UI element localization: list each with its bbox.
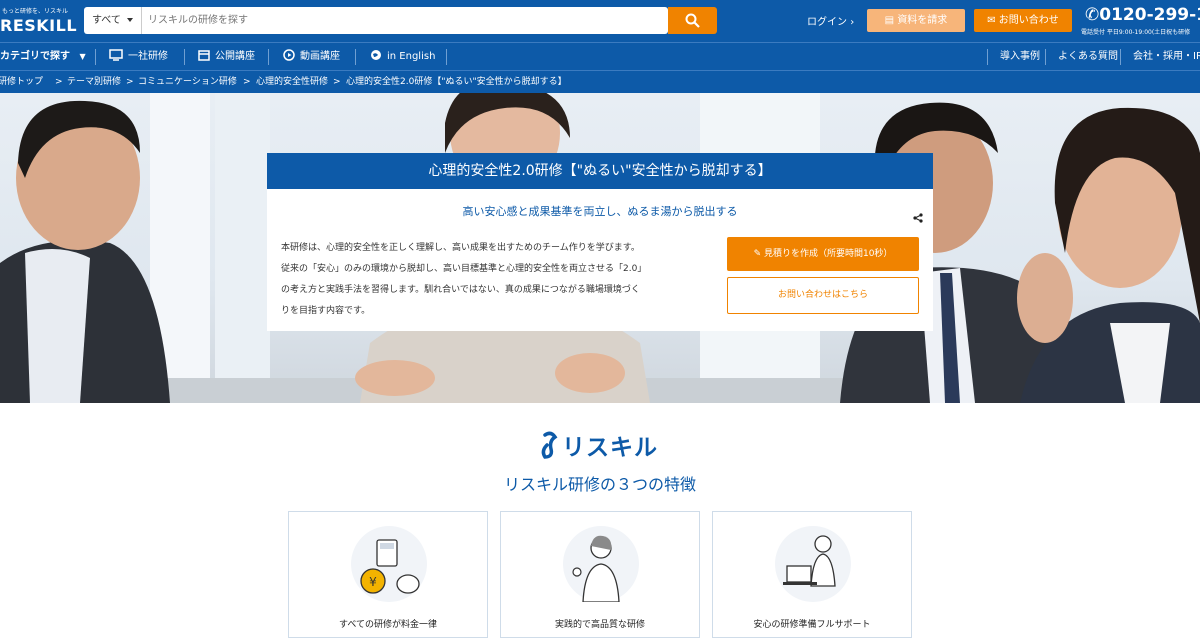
phone-icon: ✆ bbox=[1085, 5, 1100, 25]
breadcrumb-item[interactable]: 研修トップ bbox=[0, 71, 43, 93]
search-scope-label: すべて bbox=[92, 15, 121, 26]
nav-divider bbox=[1120, 49, 1121, 65]
breadcrumb: 研修トップ > テーマ別研修 > コミュニケーション研修 > 心理的安全性研修 … bbox=[0, 70, 1200, 93]
nav-label-public: 公開講座 bbox=[215, 51, 255, 62]
instructor-icon bbox=[572, 535, 620, 602]
quote-button[interactable]: ✎ 見積りを作成（所要時間10秒） bbox=[727, 237, 919, 271]
caret-down-icon bbox=[127, 18, 133, 22]
nav-divider bbox=[1045, 49, 1046, 65]
search-icon bbox=[685, 13, 700, 28]
search-scope-select[interactable]: すべて bbox=[84, 7, 142, 34]
caret-down-icon: ▼ bbox=[79, 52, 86, 61]
description-line: 従来の「安心」のみの環境から脱却し、高い目標基準と心理的安全性を両立させる「2.… bbox=[281, 264, 647, 274]
feature-card[interactable]: ¥ すべての研修が料金一律 bbox=[288, 511, 488, 638]
breadcrumb-item[interactable]: テーマ別研修 bbox=[67, 71, 121, 93]
top-header: もっと研修を、リスキル RESKILL すべて ログイン › ▤ 資料を請求 ✉… bbox=[0, 0, 1200, 42]
phone-number[interactable]: ✆0120-299-19 bbox=[1085, 5, 1200, 25]
nav-label-video: 動画講座 bbox=[300, 51, 340, 62]
nav-divider bbox=[95, 49, 96, 65]
support-laptop-icon bbox=[783, 535, 836, 587]
reskill-mark-icon bbox=[541, 431, 558, 459]
nav-item-video[interactable]: 動画講座 bbox=[283, 43, 340, 70]
pencil-icon: ✎ bbox=[753, 249, 764, 259]
logo-brand: RESKILL bbox=[0, 16, 78, 35]
phone-text: 0120-299-19 bbox=[1099, 5, 1200, 25]
nav-divider bbox=[268, 49, 269, 65]
calculator-coin-icon: ¥ bbox=[360, 539, 420, 594]
nav-divider bbox=[987, 49, 988, 65]
search-input[interactable] bbox=[142, 7, 668, 34]
description-line: りを目指す内容です。 bbox=[281, 306, 371, 316]
breadcrumb-item[interactable]: 心理的安全性研修 bbox=[256, 71, 328, 93]
phone-hours: 電話受付 平日9:00-19:00(土日祝も研修 bbox=[1081, 29, 1191, 36]
breadcrumb-separator: > bbox=[243, 77, 251, 87]
globe-icon bbox=[371, 50, 381, 60]
contact-button[interactable]: ✉ お問い合わせ bbox=[974, 9, 1072, 32]
features-logo-text: リスキル bbox=[562, 435, 658, 461]
logo-tagline: もっと研修を、リスキル bbox=[2, 8, 69, 15]
svg-text:¥: ¥ bbox=[369, 575, 377, 589]
description-line: 本研修は、心理的安全性を正しく理解し、高い成果を出すためのチーム作りを学びます。 bbox=[281, 243, 640, 253]
play-circle-icon bbox=[283, 49, 295, 61]
document-icon: ▤ bbox=[884, 15, 898, 26]
page-title: 心理的安全性2.0研修【"ぬるい"安全性から脱却する】 bbox=[267, 153, 933, 189]
chevron-right-icon: › bbox=[850, 17, 855, 28]
quote-label: 見積りを作成（所要時間10秒） bbox=[763, 249, 893, 259]
nav-divider bbox=[446, 49, 447, 65]
breadcrumb-item[interactable]: コミュニケーション研修 bbox=[138, 71, 237, 93]
feature-card[interactable]: 安心の研修準備フルサポート bbox=[712, 511, 912, 638]
hero-description: 本研修は、心理的安全性を正しく理解し、高い成果を出すためのチーム作りを学びます。… bbox=[281, 238, 711, 322]
category-menu[interactable]: カテゴリで探す ▼ bbox=[0, 43, 86, 70]
feature-label: 実践的で高品質な研修 bbox=[554, 620, 645, 630]
doc-request-button[interactable]: ▤ 資料を請求 bbox=[867, 9, 965, 32]
feature-label: すべての研修が料金一律 bbox=[338, 620, 437, 630]
login-link[interactable]: ログイン › bbox=[807, 13, 854, 28]
login-label: ログイン bbox=[807, 17, 847, 28]
nav-item-company[interactable]: 会社・採用・IR情 bbox=[1133, 43, 1200, 70]
calendar-icon bbox=[198, 50, 210, 61]
breadcrumb-separator: > bbox=[333, 77, 341, 87]
nav-label-english: in English bbox=[387, 51, 436, 62]
breadcrumb-separator: > bbox=[126, 77, 134, 87]
doc-request-label: 資料を請求 bbox=[897, 15, 948, 26]
mail-icon: ✉ bbox=[987, 15, 999, 26]
hero-section: 心理的安全性2.0研修【"ぬるい"安全性から脱却する】 高い安心感と成果基準を両… bbox=[0, 93, 1200, 403]
hero-subtitle: 高い安心感と成果基準を両立し、ぬるま湯から脱出する bbox=[462, 205, 738, 218]
presentation-icon bbox=[109, 49, 123, 61]
main-nav: カテゴリで探す ▼ 一社研修 公開講座 動画講座 in English 導入事例… bbox=[0, 42, 1200, 70]
contact-label: お問い合わせ bbox=[998, 15, 1059, 26]
nav-item-faq[interactable]: よくある質問 bbox=[1058, 43, 1118, 70]
feature-card[interactable]: 実践的で高品質な研修 bbox=[500, 511, 700, 638]
nav-item-cases[interactable]: 導入事例 bbox=[1000, 43, 1040, 70]
search-box: すべて bbox=[84, 7, 668, 34]
hero-card: 心理的安全性2.0研修【"ぬるい"安全性から脱却する】 高い安心感と成果基準を両… bbox=[267, 153, 933, 331]
breadcrumb-separator: > bbox=[55, 77, 63, 87]
features-heading: リスキル研修の３つの特徴 bbox=[503, 475, 696, 494]
nav-divider bbox=[184, 49, 185, 65]
reskill-logo[interactable]: もっと研修を、リスキル RESKILL bbox=[0, 4, 80, 38]
description-line: の考え方と実践手法を習得します。馴れ合いではない、真の成果につながる職場環境づく bbox=[281, 285, 640, 295]
feature-label: 安心の研修準備フルサポート bbox=[753, 620, 871, 630]
nav-divider bbox=[355, 49, 356, 65]
inquiry-button[interactable]: お問い合わせはこちら bbox=[727, 277, 919, 314]
nav-item-public[interactable]: 公開講座 bbox=[198, 43, 255, 70]
nav-item-inhouse[interactable]: 一社研修 bbox=[109, 43, 168, 70]
category-label: カテゴリで探す bbox=[0, 51, 70, 62]
nav-label-inhouse: 一社研修 bbox=[128, 51, 168, 62]
breadcrumb-current: 心理的安全性2.0研修【"ぬるい"安全性から脱却する】 bbox=[346, 77, 567, 87]
search-button[interactable] bbox=[668, 7, 717, 34]
nav-item-english[interactable]: in English bbox=[370, 43, 435, 70]
share-icon[interactable] bbox=[913, 208, 923, 227]
